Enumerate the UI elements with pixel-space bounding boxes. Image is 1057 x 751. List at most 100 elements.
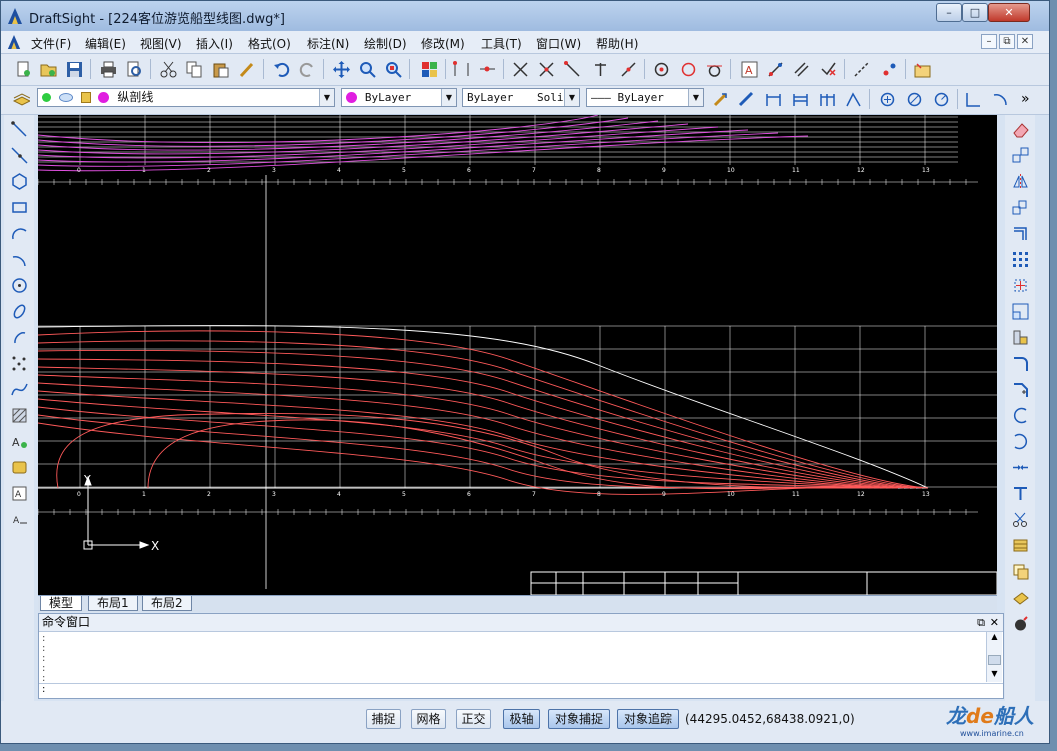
arc-icon[interactable] <box>9 223 29 243</box>
redo-icon[interactable] <box>297 59 317 79</box>
block-icon[interactable]: A <box>9 431 29 451</box>
print-button[interactable] <box>98 59 118 79</box>
edit-hatch-icon[interactable] <box>1010 587 1030 607</box>
snap-midpoint-icon[interactable] <box>765 59 785 79</box>
linetype-dropdown[interactable]: ByLayer Soli ▼ <box>462 88 580 107</box>
properties-icon[interactable] <box>710 89 730 109</box>
mdi-minimize-button[interactable]: – <box>981 34 997 49</box>
save-button[interactable] <box>64 59 84 79</box>
simple-note-icon[interactable]: A <box>9 509 29 529</box>
esnap-toggle[interactable]: 对象捕捉 <box>548 709 610 729</box>
menu-window[interactable]: 窗口(W) <box>536 35 581 52</box>
edit-properties-icon[interactable] <box>1010 561 1030 581</box>
polar-toggle[interactable]: 极轴 <box>503 709 540 729</box>
dim-radius-icon[interactable] <box>931 89 951 109</box>
zoom-realtime-icon[interactable] <box>357 59 377 79</box>
fillet-icon[interactable] <box>1010 353 1030 373</box>
snap-clear-icon[interactable] <box>818 59 838 79</box>
toolbar-overflow-button[interactable]: » <box>1021 91 1030 107</box>
menu-help[interactable]: 帮助(H) <box>596 35 638 52</box>
menu-dimension[interactable]: 标注(N) <box>307 35 349 52</box>
menu-tools[interactable]: 工具(T) <box>481 35 522 52</box>
dim-arc-icon[interactable] <box>990 89 1010 109</box>
offset-icon[interactable] <box>1010 197 1030 217</box>
drawing-canvas[interactable]: 0 0 1 1 2 2 3 3 4 4 5 5 6 6 7 7 8 8 9 9 10 10 11 11 12 12 13 13 X Y <box>38 115 997 595</box>
arc-trim-icon[interactable] <box>1010 405 1030 425</box>
point-icon[interactable] <box>9 353 29 373</box>
scale-icon[interactable] <box>1010 301 1030 321</box>
zoom-window-icon[interactable] <box>383 59 403 79</box>
snap-extension-icon[interactable] <box>851 59 871 79</box>
offset-curve-icon[interactable] <box>1010 223 1030 243</box>
snap-quadrant-icon[interactable] <box>678 59 698 79</box>
layer-dropdown[interactable]: 纵剖线 ▼ <box>37 88 335 107</box>
new-file-button[interactable] <box>13 59 33 79</box>
menu-view[interactable]: 视图(V) <box>140 35 182 52</box>
snap-toggle[interactable]: 捕捉 <box>366 709 401 729</box>
dim-center-mark-icon[interactable] <box>877 89 897 109</box>
move-icon[interactable] <box>1010 275 1030 295</box>
polygon-icon[interactable] <box>9 171 29 191</box>
ellipse-icon[interactable] <box>9 301 29 321</box>
minimize-button[interactable]: – <box>936 3 962 22</box>
close-icon[interactable]: ✕ <box>990 614 999 631</box>
tab-layout1[interactable]: 布局1 <box>88 596 138 611</box>
menu-modify[interactable]: 修改(M) <box>421 35 465 52</box>
snap-node-icon[interactable] <box>879 59 899 79</box>
ortho-toggle[interactable]: 正交 <box>456 709 491 729</box>
lineweight-dropdown[interactable]: ——— ByLayer ▼ <box>586 88 704 107</box>
mdi-restore-button[interactable]: ⧉ <box>999 34 1015 49</box>
line-icon[interactable] <box>9 119 29 139</box>
measure-icon[interactable] <box>736 89 756 109</box>
chamfer-icon[interactable] <box>1010 379 1030 399</box>
trim-icon[interactable] <box>1010 509 1030 529</box>
command-scrollbar[interactable]: ▲ ▼ <box>986 632 1002 682</box>
eraser-icon[interactable] <box>1010 119 1030 139</box>
dim-continue-icon[interactable] <box>817 89 837 109</box>
snap-nearest-icon[interactable] <box>618 59 638 79</box>
insert-block-icon[interactable] <box>9 457 29 477</box>
menu-file[interactable]: 文件(F) <box>31 35 71 52</box>
dimension-aligned-icon[interactable] <box>477 59 497 79</box>
pattern-icon[interactable] <box>1010 249 1030 269</box>
dimension-linear-icon[interactable] <box>451 59 471 79</box>
mdi-close-button[interactable]: ✕ <box>1017 34 1033 49</box>
cut-icon[interactable] <box>158 59 178 79</box>
match-properties-icon[interactable] <box>236 59 256 79</box>
snap-tangent-icon[interactable] <box>704 59 724 79</box>
dim-linear-icon[interactable] <box>763 89 783 109</box>
close-button[interactable]: ✕ <box>988 3 1030 22</box>
menu-draw[interactable]: 绘制(D) <box>364 35 407 52</box>
open-file-button[interactable] <box>38 59 58 79</box>
explode-icon[interactable] <box>1010 535 1030 555</box>
infinite-line-icon[interactable] <box>9 145 29 165</box>
join-icon[interactable] <box>1010 457 1030 477</box>
pan-icon[interactable] <box>331 59 351 79</box>
snap-perpendicular-icon[interactable] <box>590 59 610 79</box>
snap-apparent-icon[interactable] <box>536 59 556 79</box>
menu-insert[interactable]: 插入(I) <box>196 35 233 52</box>
snap-center-icon[interactable] <box>651 59 671 79</box>
tab-layout2[interactable]: 布局2 <box>142 596 192 611</box>
insert-text-icon[interactable]: A <box>739 59 759 79</box>
snap-settings-icon[interactable] <box>912 59 932 79</box>
snap-endpoint-icon[interactable] <box>562 59 582 79</box>
dim-ordinate-icon[interactable] <box>963 89 983 109</box>
grid-toggle[interactable]: 网格 <box>411 709 446 729</box>
command-input[interactable]: : <box>39 683 1003 698</box>
restore-icon[interactable]: ⧉ <box>977 614 985 631</box>
tab-model[interactable]: 模型 <box>40 596 83 611</box>
snap-parallel-icon[interactable] <box>791 59 811 79</box>
color-dropdown[interactable]: ByLayer ▼ <box>341 88 457 107</box>
note-icon[interactable]: A <box>9 483 29 503</box>
layer-state-icon[interactable] <box>11 89 31 109</box>
split-icon[interactable] <box>1010 483 1030 503</box>
hatch-icon[interactable] <box>9 405 29 425</box>
purge-icon[interactable] <box>1010 613 1030 633</box>
menu-format[interactable]: 格式(O) <box>248 35 291 52</box>
dim-angular-icon[interactable] <box>843 89 863 109</box>
copy-entity-icon[interactable] <box>1010 145 1030 165</box>
rectangle-icon[interactable] <box>9 197 29 217</box>
undo-icon[interactable] <box>271 59 291 79</box>
spline-icon[interactable] <box>9 379 29 399</box>
